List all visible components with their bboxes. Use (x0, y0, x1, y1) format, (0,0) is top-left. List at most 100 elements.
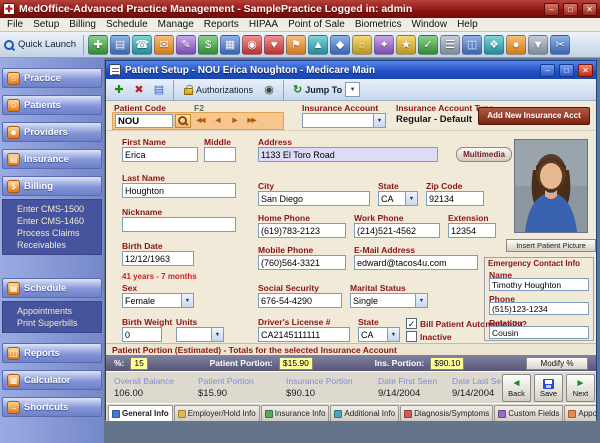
tab-general-info[interactable]: General Info (108, 405, 173, 421)
bill-auto-checkbox[interactable]: ✓ (406, 318, 417, 329)
sidebar-item-schedule[interactable]: ▦ Schedule (2, 278, 102, 298)
nickname-input[interactable] (122, 217, 236, 232)
sidebar-subitem-enter-cms-1460[interactable]: Enter CMS-1460 (3, 215, 101, 227)
camera-icon[interactable]: ◉ (260, 81, 278, 99)
back-button[interactable]: ◄ Back (502, 374, 531, 402)
tab-additional-info[interactable]: Additional Info (330, 405, 399, 421)
authorizations-button[interactable]: Authorizations (179, 81, 258, 99)
birth-date-input[interactable] (122, 251, 194, 266)
jump-to-control[interactable]: ↻ Jump To ▼ (293, 82, 360, 97)
toolbar-icon-7[interactable]: ▦ (220, 35, 240, 55)
sidebar-subitem-print-superbills[interactable]: Print Superbills (3, 317, 101, 329)
toolbar-icon-1[interactable]: ✚ (88, 35, 108, 55)
sidebar-item-practice[interactable]: ⌂ Practice (2, 68, 102, 88)
mobile-phone-input[interactable] (258, 255, 346, 270)
menu-point-of-sale[interactable]: Point of Sale (283, 19, 350, 30)
state-select[interactable]: CA (378, 191, 418, 206)
add-new-insurance-button[interactable]: Add New Insurance Acct (478, 107, 590, 125)
sidebar-subitem-appointments[interactable]: Appointments (3, 305, 101, 317)
sidebar-item-shortcuts[interactable]: → Shortcuts (2, 397, 102, 417)
delete-icon[interactable]: ✖ (130, 81, 148, 99)
menu-reports[interactable]: Reports (199, 19, 244, 30)
first-record-button[interactable]: ◀◀ (193, 114, 208, 128)
toolbar-icon-19[interactable]: ❖ (484, 35, 504, 55)
toolbar-icon-18[interactable]: ◫ (462, 35, 482, 55)
tab-appointments[interactable]: Appointments (564, 405, 596, 421)
toolbar-icon-13[interactable]: ☼ (352, 35, 372, 55)
drivers-license-input[interactable] (258, 327, 350, 342)
toolbar-icon-22[interactable]: ✂ (550, 35, 570, 55)
zip-code-input[interactable] (426, 191, 484, 206)
emergency-relation-input[interactable] (489, 326, 589, 339)
menu-setup[interactable]: Setup (28, 19, 64, 30)
tab-insurance-info[interactable]: Insurance Info (261, 405, 330, 421)
insurance-account-select[interactable] (302, 113, 386, 128)
window-maximize-button[interactable]: □ (559, 64, 574, 77)
home-phone-input[interactable] (258, 223, 346, 238)
sex-select[interactable]: Female (122, 293, 194, 308)
sidebar-item-reports[interactable]: ◫ Reports (2, 343, 102, 363)
menu-biometrics[interactable]: Biometrics (350, 19, 407, 30)
menu-help[interactable]: Help (452, 19, 483, 30)
save-button[interactable]: Save (534, 374, 563, 402)
toolbar-icon-14[interactable]: ✦ (374, 35, 394, 55)
form-icon[interactable]: ▤ (150, 81, 168, 99)
window-close-button[interactable]: ✕ (578, 64, 593, 77)
sidebar-item-providers[interactable]: ☻ Providers (2, 122, 102, 142)
email-input[interactable] (354, 255, 478, 270)
units-select[interactable] (176, 327, 224, 342)
modify-percent-button[interactable]: Modify % (526, 357, 588, 370)
quick-launch[interactable]: Quick Launch (3, 39, 80, 51)
menu-schedule[interactable]: Schedule (101, 19, 153, 30)
toolbar-icon-21[interactable]: ▼ (528, 35, 548, 55)
emergency-phone-input[interactable] (489, 302, 589, 315)
menu-hipaa[interactable]: HIPAA (244, 19, 283, 30)
chevron-down-icon[interactable]: ▼ (345, 82, 360, 97)
sidebar-item-billing[interactable]: $ Billing (2, 176, 102, 196)
emergency-name-input[interactable] (489, 278, 589, 291)
sidebar-item-calculator[interactable]: ▩ Calculator (2, 370, 102, 390)
toolbar-icon-17[interactable]: ☰ (440, 35, 460, 55)
sidebar-item-patients[interactable]: ☺ Patients (2, 95, 102, 115)
sidebar-subitem-receivables[interactable]: Receivables (3, 239, 101, 251)
address-input[interactable] (258, 147, 438, 162)
city-input[interactable] (258, 191, 370, 206)
patient-search-button[interactable] (175, 114, 191, 128)
middle-input[interactable] (204, 147, 236, 162)
tab-employer-hold-info[interactable]: Employer/Hold Info (174, 405, 260, 421)
window-minimize-button[interactable]: – (540, 64, 555, 77)
tab-diagnosis-symptoms[interactable]: Diagnosis/Symptoms (400, 405, 493, 421)
toolbar-icon-6[interactable]: $ (198, 35, 218, 55)
toolbar-icon-20[interactable]: ● (506, 35, 526, 55)
birth-weight-input[interactable] (122, 327, 162, 342)
maximize-button[interactable]: □ (563, 3, 578, 16)
patient-code-input[interactable] (115, 114, 173, 128)
last-record-button[interactable]: ▶▶ (244, 114, 259, 128)
dl-state-select[interactable]: CA (358, 327, 400, 342)
sidebar-subitem-process-claims[interactable]: Process Claims (3, 227, 101, 239)
toolbar-icon-11[interactable]: ▲ (308, 35, 328, 55)
sidebar-subitem-enter-cms-1500[interactable]: Enter CMS-1500 (3, 203, 101, 215)
toolbar-icon-15[interactable]: ★ (396, 35, 416, 55)
previous-record-button[interactable]: ◀ (210, 114, 225, 128)
add-icon[interactable]: ✚ (110, 81, 128, 99)
menu-file[interactable]: File (2, 19, 28, 30)
menu-window[interactable]: Window (407, 19, 453, 30)
toolbar-icon-5[interactable]: ✎ (176, 35, 196, 55)
extension-input[interactable] (448, 223, 496, 238)
next-record-button[interactable]: ▶ (227, 114, 242, 128)
sidebar-item-insurance[interactable]: ▤ Insurance (2, 149, 102, 169)
toolbar-icon-2[interactable]: ▤ (110, 35, 130, 55)
next-button[interactable]: ► Next (566, 374, 595, 402)
toolbar-icon-9[interactable]: ♥ (264, 35, 284, 55)
toolbar-icon-12[interactable]: ◆ (330, 35, 350, 55)
social-security-input[interactable] (258, 293, 342, 308)
menu-billing[interactable]: Billing (64, 19, 101, 30)
work-phone-input[interactable] (354, 223, 440, 238)
close-button[interactable]: ✕ (582, 3, 597, 16)
multimedia-button[interactable]: Multimedia (456, 147, 512, 162)
insert-patient-picture-button[interactable]: Insert Patient Picture (506, 239, 596, 252)
tab-custom-fields[interactable]: Custom Fields (494, 405, 563, 421)
toolbar-icon-16[interactable]: ✓ (418, 35, 438, 55)
first-name-input[interactable] (122, 147, 198, 162)
